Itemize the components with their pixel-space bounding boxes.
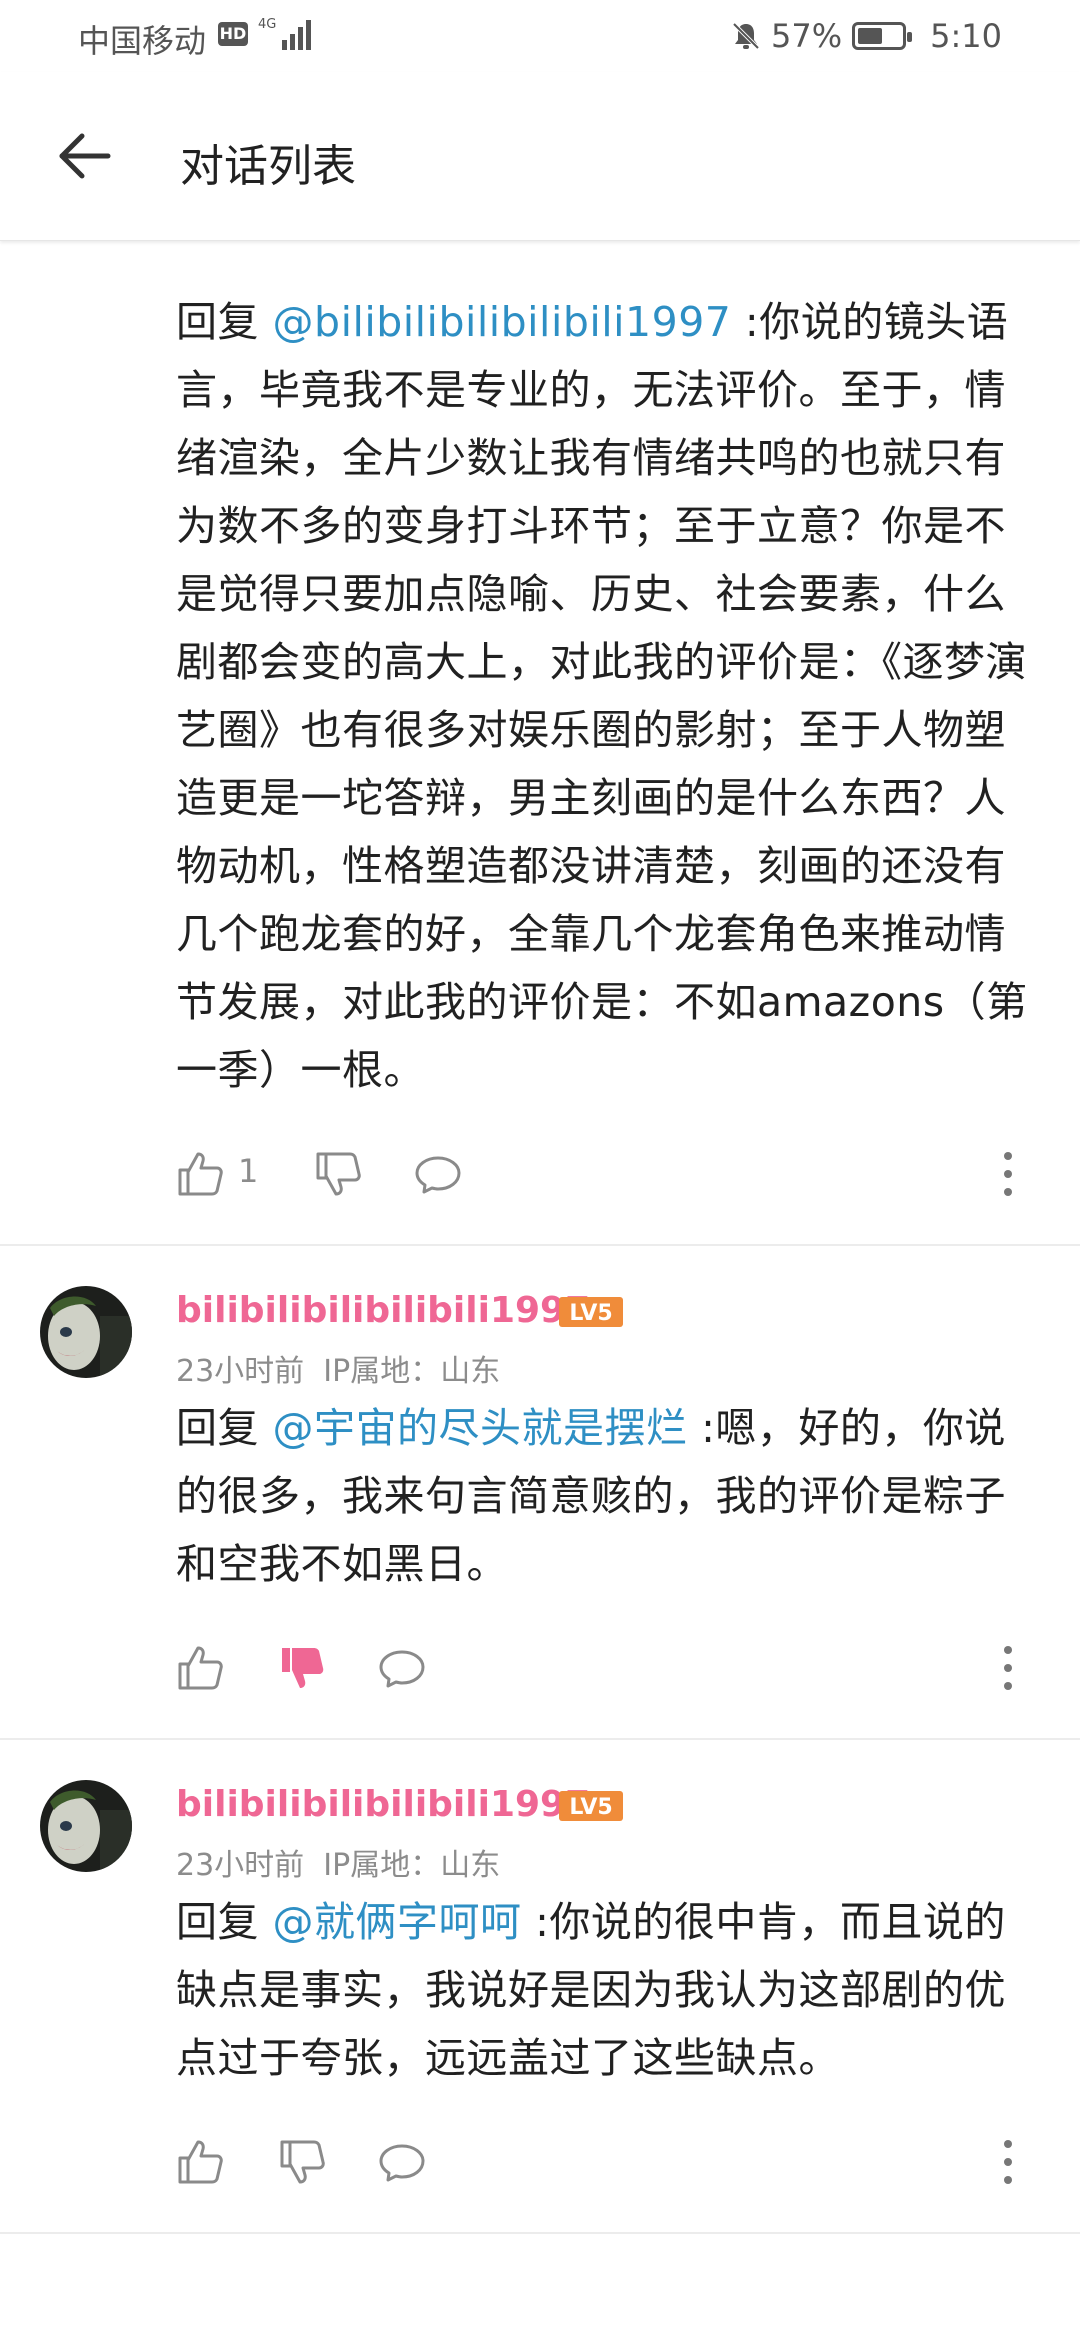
hd-badge: HD bbox=[218, 22, 248, 46]
comment-text: 回复 @bilibilibilibilibili1997 :你说的镜头语言，毕竟… bbox=[0, 288, 1080, 1104]
like-count: 1 bbox=[238, 1152, 259, 1190]
ip-location: IP属地：山东 bbox=[323, 1354, 501, 1389]
reply-prefix: 回复 bbox=[176, 1404, 273, 1452]
username[interactable]: bilibilibilibilibili1997 bbox=[176, 1784, 590, 1825]
signal-icon: 4G bbox=[258, 17, 311, 50]
reply-bubble-icon[interactable] bbox=[376, 1642, 428, 1694]
battery-percent: 57% bbox=[771, 17, 843, 55]
comment-header: bilibilibilibilibili1997 LV5 23小时前 IP属地：… bbox=[0, 1740, 1080, 1883]
reply-bubble-icon[interactable] bbox=[412, 1148, 464, 1200]
more-options-icon[interactable] bbox=[1002, 2136, 1014, 2188]
conversation-list: 回复 @bilibilibilibilibili1997 :你说的镜头语言，毕竟… bbox=[0, 241, 1080, 2234]
comment-meta: 23小时前 IP属地：山东 bbox=[176, 1840, 500, 1884]
comment-text: 回复 @宇宙的尽头就是摆烂 :嗯，好的，你说的很多，我来句言简意赅的，我的评价是… bbox=[0, 1394, 1080, 1598]
username[interactable]: bilibilibilibilibili1997 bbox=[176, 1290, 590, 1331]
reply-prefix: 回复 bbox=[176, 1898, 273, 1946]
comment-header: bilibilibilibilibili1997 LV5 23小时前 IP属地：… bbox=[0, 1246, 1080, 1389]
reply-prefix: 回复 bbox=[176, 298, 273, 346]
thumbs-down-active-icon[interactable] bbox=[276, 1642, 328, 1694]
more-options-icon[interactable] bbox=[1002, 1642, 1014, 1694]
status-bar: 中国移动 HD 4G 57% 5:10 bbox=[0, 0, 1080, 72]
level-badge: LV5 bbox=[559, 1791, 623, 1821]
mention-link[interactable]: @宇宙的尽头就是摆烂 bbox=[273, 1404, 688, 1452]
thumbs-up-icon[interactable] bbox=[174, 1642, 226, 1694]
thumbs-down-icon[interactable] bbox=[312, 1148, 364, 1200]
svg-text:LV5: LV5 bbox=[569, 1301, 612, 1326]
comment-content: :你说的镜头语言，毕竟我不是专业的，无法评价。至于，情绪渲染，全片少数让我有情绪… bbox=[176, 298, 1028, 1094]
more-options-icon[interactable] bbox=[1002, 1148, 1014, 1200]
carrier-name: 中国移动 bbox=[78, 22, 207, 60]
back-arrow-icon[interactable] bbox=[56, 128, 112, 184]
reply-bubble-icon[interactable] bbox=[376, 2136, 428, 2188]
level-badge: LV5 bbox=[559, 1297, 623, 1327]
thumbs-down-icon[interactable] bbox=[276, 2136, 328, 2188]
svg-text:LV5: LV5 bbox=[569, 1795, 612, 1820]
avatar[interactable] bbox=[40, 1286, 132, 1378]
comment-item: bilibilibilibilibili1997 LV5 23小时前 IP属地：… bbox=[0, 1740, 1080, 2234]
clock: 5:10 bbox=[930, 17, 1002, 55]
comment-item: bilibilibilibilibili1997 LV5 23小时前 IP属地：… bbox=[0, 1246, 1080, 1740]
app-bar: 对话列表 bbox=[0, 72, 1080, 241]
mention-link[interactable]: @bilibilibilibilibili1997 bbox=[273, 298, 732, 346]
comment-text: 回复 @就俩字呵呵 :你说的很中肯，而且说的缺点是事实，我说好是因为我认为这部剧… bbox=[0, 1888, 1080, 2092]
ip-location: IP属地：山东 bbox=[323, 1848, 501, 1883]
mention-link[interactable]: @就俩字呵呵 bbox=[273, 1898, 522, 1946]
avatar[interactable] bbox=[40, 1780, 132, 1872]
comment-meta: 23小时前 IP属地：山东 bbox=[176, 1346, 500, 1390]
comment-actions: 1 bbox=[0, 1104, 1080, 1244]
battery-icon bbox=[852, 22, 913, 50]
comment-actions bbox=[0, 2092, 1080, 2232]
comment-item: 回复 @bilibilibilibilibili1997 :你说的镜头语言，毕竟… bbox=[0, 241, 1080, 1246]
svg-text:4G: 4G bbox=[258, 17, 276, 32]
status-right: 57% 5:10 bbox=[731, 14, 1002, 58]
bell-muted-icon bbox=[732, 22, 760, 50]
comment-time: 23小时前 bbox=[176, 1354, 305, 1389]
comment-time: 23小时前 bbox=[176, 1848, 305, 1883]
comment-actions bbox=[0, 1598, 1080, 1738]
thumbs-up-icon[interactable] bbox=[174, 2136, 226, 2188]
thumbs-up-icon[interactable] bbox=[174, 1148, 226, 1200]
page-title: 对话列表 bbox=[180, 141, 356, 192]
